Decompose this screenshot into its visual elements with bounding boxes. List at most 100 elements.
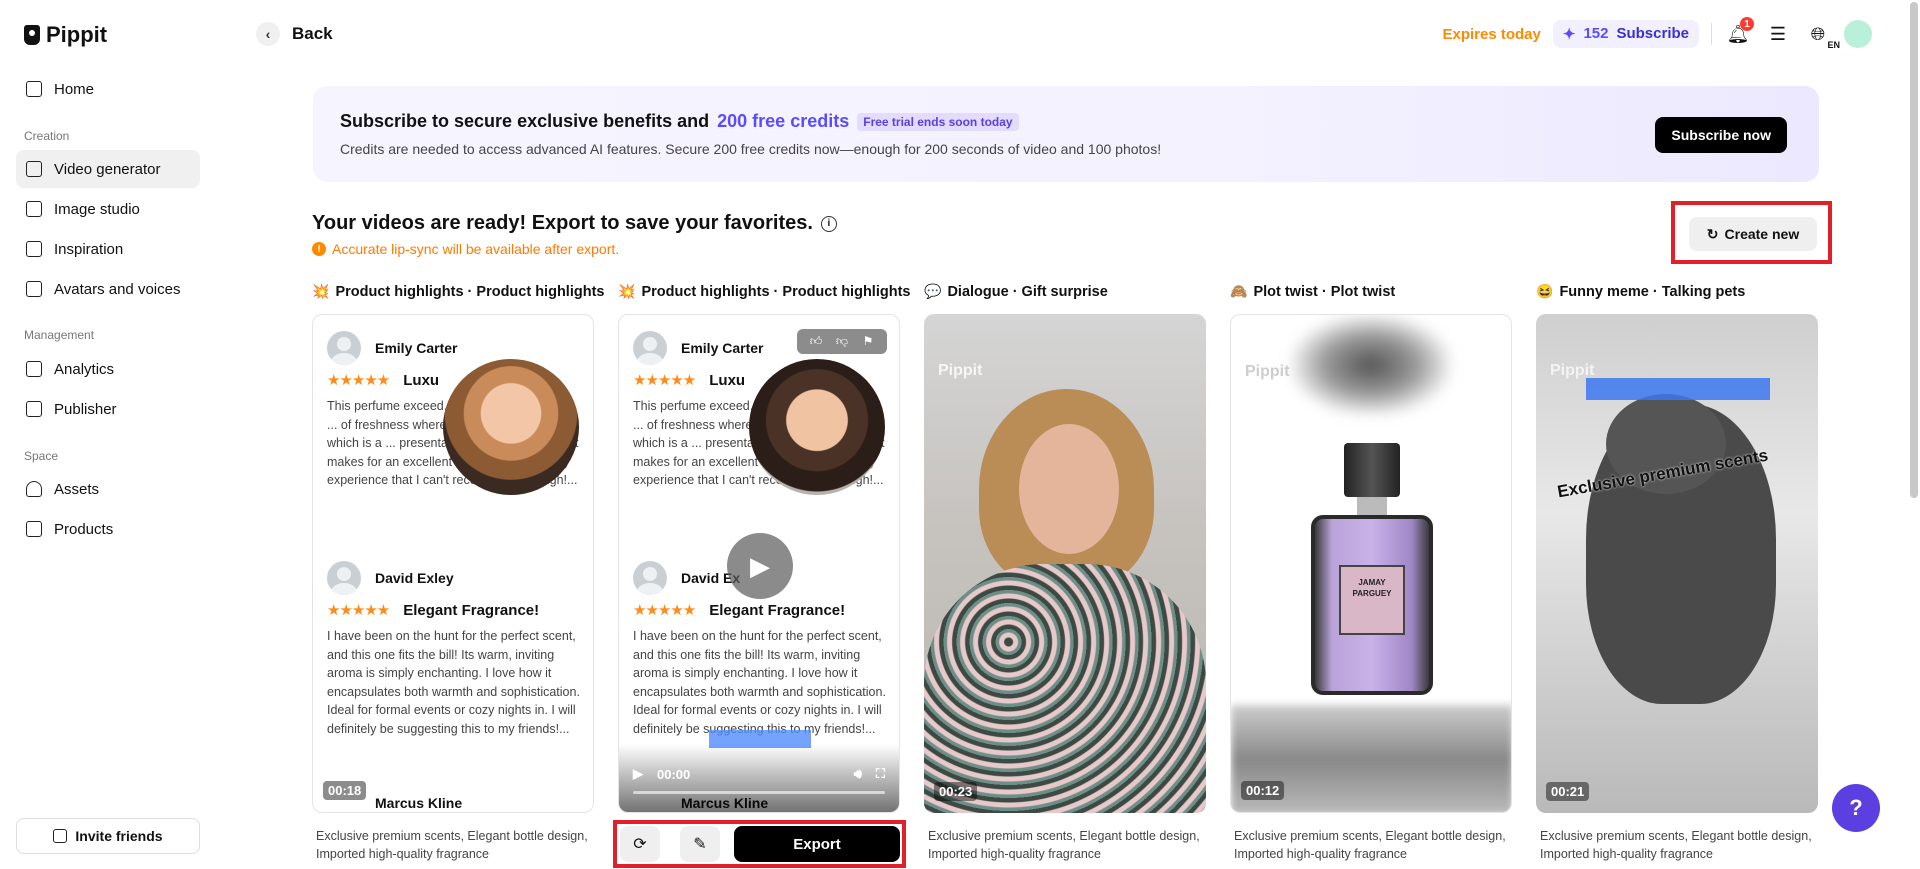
inbox-button[interactable]: ☰ [1764,20,1792,48]
body-shape [924,564,1206,813]
sidebar-item-image-studio[interactable]: Image studio [16,190,200,228]
presenter-face [443,359,579,495]
sidebar-item-label: Inspiration [54,240,124,258]
app-logo[interactable]: Pippit [24,22,107,48]
banner-title-text: Subscribe to secure exclusive benefits a… [340,111,710,131]
card-description: Exclusive premium scents, Elegant bottle… [316,829,588,861]
sidebar-item-assets[interactable]: Assets [16,470,200,508]
report-icon[interactable]: ⚑ [857,334,879,349]
globe-icon: 🌐︎ [1810,23,1826,44]
reviewer-avatar [633,331,667,365]
thumbs-down-icon[interactable]: 👎︎ [831,334,853,349]
page-title: Your videos are ready! Export to save yo… [312,212,837,235]
info-icon[interactable]: i [820,215,837,232]
avatar-icon [26,281,42,297]
video-card[interactable]: Pippit JAMAY PARGUEY 00:12 [1230,314,1512,813]
card-title-text: Plot twist · Plot twist [1253,283,1396,300]
reviewer-avatar [327,331,361,365]
sidebar-item-avatars-voices[interactable]: Avatars and voices [16,270,200,308]
scrollbar[interactable] [1910,2,1918,498]
reviewer-row: David Exley [327,561,583,595]
star-rating: ★★★★★ [633,602,696,619]
invite-friends-button[interactable]: Invite friends [16,818,200,854]
card-title-text: Product highlights · Product highlights [641,283,911,300]
card-description: Exclusive premium scents, Elegant bottle… [1540,829,1812,861]
section-management: Management [24,328,95,342]
subscribe-now-button[interactable]: Subscribe now [1655,117,1787,153]
video-card[interactable]: Emily Carter ★★★★★ Luxu This perfume exc… [312,314,594,813]
duration-badge: 00:21 [1546,782,1590,801]
user-avatar[interactable] [1844,20,1872,48]
rating-row: ★★★★★ Elegant Fragrance! [327,601,583,620]
language-button[interactable]: 🌐︎ EN [1804,20,1840,51]
regenerate-button[interactable]: ⟳ [620,826,660,862]
back-label: Back [292,24,333,43]
sidebar-item-video-generator[interactable]: Video generator [16,150,200,188]
back-button[interactable]: ‹ Back [256,22,333,46]
question-icon: ? [1849,795,1863,820]
video-card[interactable]: Pippit Exclusive premium scents 00:21 [1536,314,1818,813]
card-title-text: Dialogue · Gift surprise [947,283,1108,300]
sidebar-item-label: Image studio [54,200,140,218]
review-heading: Luxu [709,371,746,389]
review-block: David Exley ★★★★★ Elegant Fragrance! I h… [327,561,583,738]
sidebar-item-label: Publisher [54,400,117,418]
subscribe-link[interactable]: Subscribe [1616,25,1689,43]
duration-badge: 00:23 [934,782,978,801]
sidebar-item-home[interactable]: Home [16,70,200,108]
create-new-button[interactable]: ↻ Create new [1689,217,1817,251]
current-time: 00:00 [657,766,691,782]
sidebar-item-label: Avatars and voices [54,280,181,298]
warning-icon: ! [312,242,326,256]
laughing-icon: 😆 [1536,283,1554,299]
help-button[interactable]: ? [1832,784,1880,832]
reviewer-name: Emily Carter [681,340,764,356]
calendar-icon [26,401,42,417]
cloud-icon [26,481,42,497]
video-card[interactable]: Pippit 00:23 [924,314,1206,813]
pencil-icon: ✎ [693,836,707,853]
sidebar-item-products[interactable]: Products [16,510,200,548]
play-icon[interactable]: ▶ [633,766,643,782]
bottle-neck [1357,497,1387,517]
invite-label: Invite friends [75,828,163,844]
thumbs-up-icon[interactable]: 👍︎ [805,334,827,349]
chevron-left-icon: ‹ [256,22,280,46]
star-rating: ★★★★★ [327,372,390,389]
credits-pill[interactable]: ✦ 152 Subscribe [1552,20,1699,48]
section-creation: Creation [24,129,70,143]
banner-title: Subscribe to secure exclusive benefits a… [340,111,1019,132]
rating-row: ★★★★★ Elegant Fragrance! [633,601,889,620]
sidebar-item-label: Home [54,80,95,98]
card-title: 😆 Funny meme · Talking pets [1536,283,1745,300]
home-icon [26,81,42,97]
progress-bar[interactable] [633,791,885,794]
review-heading: Luxu [403,371,440,389]
edit-button[interactable]: ✎ [680,826,720,862]
monkey-icon: 🙈 [1230,283,1248,299]
products-icon [26,521,42,537]
create-new-label: Create new [1724,226,1800,242]
video-card-active[interactable]: Emily Carter ★★★★★ Luxu This perfume exc… [618,314,900,813]
blurred-cap [1291,315,1451,415]
review-heading: Elegant Fragrance! [709,601,846,619]
sidebar-item-inspiration[interactable]: Inspiration [16,230,200,268]
pippit-logo-icon [24,25,40,45]
banner-title-accent: 200 free credits [717,111,850,131]
play-button[interactable]: ▶ [727,533,793,599]
notifications-button[interactable]: 🔔︎ 1 [1724,17,1754,48]
sidebar-item-label: Analytics [54,360,115,378]
player-controls-row: ▶ 00:00 🔊︎ ⛶ [633,766,885,782]
volume-icon[interactable]: 🔊︎ [854,766,862,782]
section-space: Space [24,449,59,463]
export-button[interactable]: Export [734,826,900,862]
sidebar-item-label: Products [54,520,114,538]
card-title-text: Product highlights · Product highlights [335,283,605,300]
card-description: Exclusive premium scents, Elegant bottle… [928,829,1200,861]
page-title-text: Your videos are ready! Export to save yo… [312,212,813,234]
sidebar-item-analytics[interactable]: Analytics [16,350,200,388]
duration-badge: 00:12 [1241,781,1285,800]
sidebar-item-publisher[interactable]: Publisher [16,390,200,428]
banner-subtitle: Credits are needed to access advanced AI… [340,141,1162,157]
fullscreen-icon[interactable]: ⛶ [876,766,885,782]
